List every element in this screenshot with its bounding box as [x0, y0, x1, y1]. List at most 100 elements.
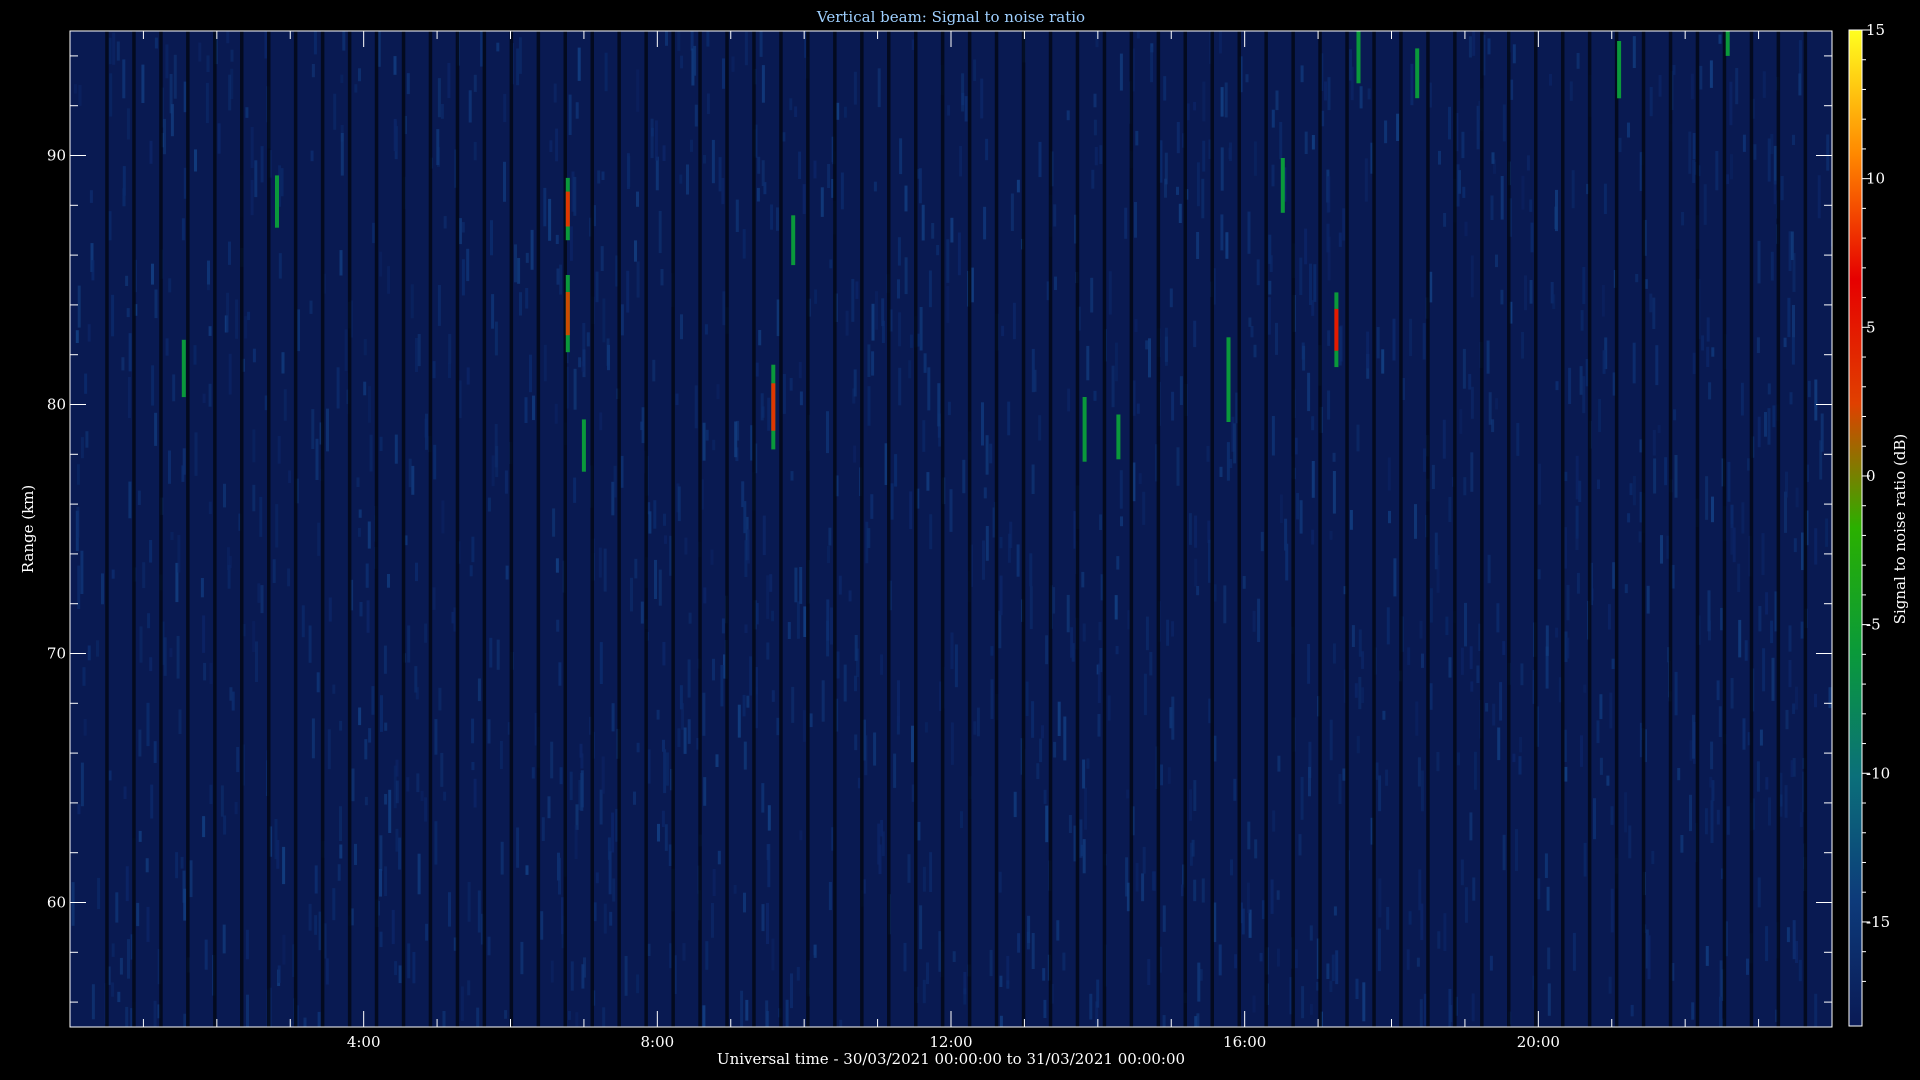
noise-cell: [1254, 839, 1258, 859]
noise-cell: [415, 562, 418, 582]
noise-cell: [183, 888, 187, 921]
noise-cell: [198, 42, 202, 62]
noise-cell: [1327, 77, 1331, 111]
noise-cell: [111, 294, 115, 337]
noise-cell: [1691, 1002, 1695, 1020]
noise-cell: [1043, 999, 1047, 1018]
noise-cell: [202, 816, 206, 838]
noise-cell: [1761, 533, 1765, 576]
noise-cell: [1233, 423, 1237, 464]
noise-cell: [656, 709, 660, 720]
noise-cell: [582, 322, 586, 367]
noise-cell: [499, 740, 503, 769]
noise-cell: [898, 312, 902, 347]
noise-cell: [877, 68, 881, 108]
noise-cell: [1084, 787, 1088, 830]
noise-cell: [1658, 75, 1662, 97]
noise-cell: [1082, 623, 1086, 642]
noise-cell: [1576, 53, 1580, 69]
noise-cell: [599, 789, 603, 825]
noise-cell: [799, 391, 803, 406]
noise-cell: [354, 84, 358, 93]
noise-cell: [1054, 276, 1057, 290]
data-gap-stripe: [1614, 31, 1619, 1027]
noise-cell: [1664, 457, 1668, 486]
noise-cell: [169, 648, 173, 658]
noise-cell: [257, 583, 261, 603]
noise-cell: [1629, 483, 1633, 496]
noise-cell: [288, 470, 292, 483]
noise-cell: [893, 753, 897, 788]
noise-cell: [277, 436, 281, 464]
noise-cell: [1692, 352, 1696, 375]
noise-cell: [1801, 532, 1804, 571]
noise-cell: [1220, 214, 1224, 251]
noise-cell: [311, 718, 315, 759]
noise-cell: [1807, 380, 1811, 398]
noise-cell: [503, 161, 506, 202]
noise-cell: [315, 438, 319, 480]
noise-cell: [503, 93, 507, 123]
data-gap-stripe: [1695, 31, 1700, 1027]
noise-cell: [1279, 494, 1283, 523]
noise-cell: [1134, 202, 1137, 238]
noise-cell: [127, 377, 131, 419]
noise-cell: [234, 802, 238, 815]
noise-cell: [393, 56, 397, 75]
noise-cell: [1308, 766, 1311, 797]
noise-cell: [461, 222, 465, 233]
noise-cell: [254, 160, 258, 198]
noise-cell: [520, 941, 524, 975]
noise-cell: [1358, 676, 1362, 710]
noise-cell: [1115, 646, 1119, 655]
noise-cell: [1164, 178, 1167, 198]
noise-cell: [1407, 647, 1411, 665]
noise-cell: [1495, 254, 1498, 268]
noise-cell: [973, 721, 977, 735]
noise-cell: [828, 882, 832, 911]
data-gap-stripe: [374, 31, 379, 1027]
noise-cell: [998, 610, 1002, 649]
noise-cell: [946, 239, 950, 283]
noise-cell: [189, 860, 193, 898]
noise-cell: [1814, 528, 1818, 565]
noise-cell: [1193, 320, 1197, 348]
noise-cell: [415, 338, 418, 372]
noise-cell: [1792, 134, 1795, 145]
noise-cell: [1765, 926, 1769, 962]
data-gap-stripe: [860, 31, 864, 1027]
noise-cell: [246, 994, 249, 1027]
noise-cell: [658, 210, 662, 254]
noise-cell: [383, 645, 387, 674]
noise-cell: [640, 601, 644, 624]
noise-cell: [91, 260, 95, 281]
noise-cell: [1762, 71, 1766, 98]
noise-cell: [1053, 741, 1057, 758]
noise-cell: [468, 90, 472, 123]
noise-cell: [1770, 251, 1774, 281]
noise-cell: [149, 540, 153, 563]
noise-cell: [803, 606, 807, 637]
noise-cell: [1730, 678, 1734, 709]
noise-cell: [97, 877, 101, 910]
noise-cell: [555, 128, 559, 162]
noise-cell: [899, 138, 903, 175]
noise-cell: [922, 979, 926, 1004]
noise-cell: [281, 352, 285, 374]
noise-cell: [687, 719, 691, 744]
noise-cell: [448, 333, 452, 364]
noise-cell: [927, 367, 931, 411]
noise-cell: [275, 504, 279, 548]
noise-cell: [1457, 752, 1460, 766]
noise-cell: [1576, 572, 1580, 594]
noise-cell: [1252, 610, 1256, 632]
noise-cell: [1338, 773, 1342, 804]
noise-cell: [1711, 347, 1715, 357]
noise-cell: [1463, 477, 1467, 496]
noise-cell: [473, 74, 477, 92]
noise-cell: [1148, 338, 1151, 378]
noise-cell: [1176, 122, 1180, 154]
noise-cell: [477, 890, 481, 933]
noise-cell: [236, 747, 240, 773]
noise-cell: [985, 435, 989, 475]
